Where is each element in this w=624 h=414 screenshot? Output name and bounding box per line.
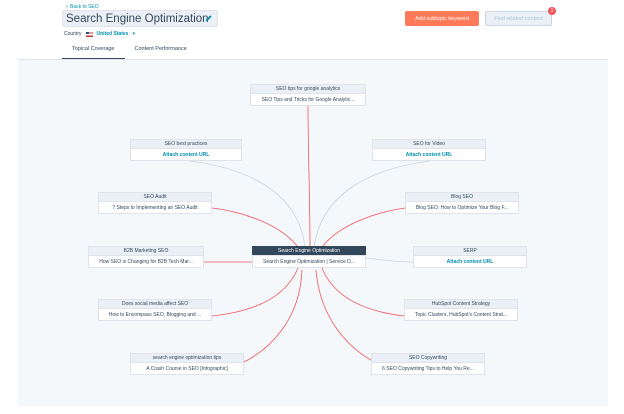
node-keyword: SEO for Video — [372, 139, 486, 148]
node-keyword: SEO best practices — [130, 139, 242, 148]
edge-hubspot-strategy — [321, 267, 405, 317]
cluster-connections — [189, 105, 431, 365]
node-content[interactable]: How to Encompass SEO, Blogging and ... — [98, 308, 212, 321]
node-seo-for-video[interactable]: SEO for Video Attach content URL — [372, 139, 486, 161]
edge-social-media — [211, 267, 299, 317]
node-content[interactable]: A Crash Course in SEO [Infographic] — [130, 362, 244, 375]
pillar-keyword: Search Engine Optimization — [252, 246, 366, 255]
node-social-media-seo[interactable]: Does social media affect SEO How to Enco… — [98, 299, 212, 321]
node-keyword: Does social media affect SEO — [98, 299, 212, 308]
attach-content-url-link[interactable]: Attach content URL — [413, 255, 527, 268]
node-seo-best-practices[interactable]: SEO best practices Attach content URL — [130, 139, 242, 161]
edge-blog-seo — [319, 207, 406, 251]
node-blog-seo[interactable]: Blog SEO Blog SEO: How to Optimize Your … — [405, 192, 519, 214]
node-keyword: search engine optimization tips — [130, 353, 244, 362]
edge-seo-copywriting — [315, 269, 379, 365]
attach-content-url-link[interactable]: Attach content URL — [372, 148, 486, 161]
attach-content-url-link[interactable]: Attach content URL — [130, 148, 242, 161]
pillar-content[interactable]: Search Engine Optimization | Service D..… — [252, 255, 366, 268]
edge-seo-tips — [239, 269, 303, 365]
node-seo-audit[interactable]: SEO Audit 7 Steps to Implementing an SEO… — [98, 192, 212, 214]
node-keyword: Blog SEO — [405, 192, 519, 201]
node-content[interactable]: Topic Clusters, HubSpot's Content Strat.… — [404, 308, 518, 321]
node-pillar-search-engine-optimization[interactable]: Search Engine Optimization Search Engine… — [252, 246, 366, 268]
node-keyword: SEO tips for google analytics — [250, 84, 366, 93]
node-keyword: SEO Copywriting — [371, 353, 485, 362]
node-keyword: B2B Marketing SEO — [88, 246, 204, 255]
node-keyword: SEO Audit — [98, 192, 212, 201]
node-content[interactable]: Blog SEO: How to Optimize Your Blog F... — [405, 201, 519, 214]
node-hubspot-content-strategy[interactable]: HubSpot Content Strategy Topic Clusters,… — [404, 299, 518, 321]
node-b2b-marketing-seo[interactable]: B2B Marketing SEO How SEO is Changing fo… — [88, 246, 204, 268]
node-keyword: SERP — [413, 246, 527, 255]
edge-serp — [365, 257, 414, 263]
node-seo-copywriting[interactable]: SEO Copywriting 6 SEO Copywriting Tips t… — [371, 353, 485, 375]
node-keyword: HubSpot Content Strategy — [404, 299, 518, 308]
node-seo-tips-google-analytics[interactable]: SEO tips for google analytics SEO Tips a… — [250, 84, 366, 106]
node-serp[interactable]: SERP Attach content URL — [413, 246, 527, 268]
node-content[interactable]: 6 SEO Copywriting Tips to Help You Re... — [371, 362, 485, 375]
node-seo-tips[interactable]: search engine optimization tips A Crash … — [130, 353, 244, 375]
node-content[interactable]: How SEO is Changing for B2B Tech Mar... — [88, 255, 204, 268]
edge-seo-tips-analytics — [307, 105, 311, 249]
node-content[interactable]: SEO Tips and Tricks for Google Analytic.… — [250, 93, 366, 106]
edge-seo-audit — [211, 207, 301, 251]
node-content[interactable]: 7 Steps to Implementing an SEO Audit — [98, 201, 212, 214]
